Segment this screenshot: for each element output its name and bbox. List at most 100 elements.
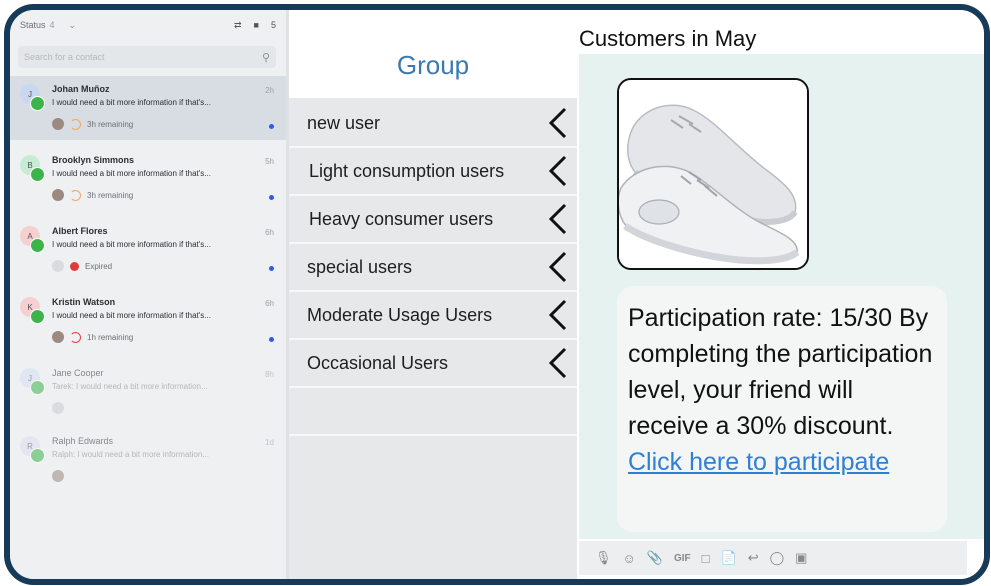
contact-item[interactable]: R Ralph Edwards 1d Ralph: I would need a… xyxy=(10,428,286,492)
search-placeholder: Search for a contact xyxy=(24,52,105,62)
document-icon[interactable]: 📄 xyxy=(721,550,737,566)
contact-name: Jane Cooper xyxy=(52,368,104,378)
group-item[interactable]: special users xyxy=(289,244,577,292)
whatsapp-icon xyxy=(30,238,45,253)
group-item-label: new user xyxy=(307,112,381,133)
contact-time: 6h xyxy=(265,228,274,237)
contact-meta xyxy=(52,470,64,482)
whatsapp-icon xyxy=(30,167,45,182)
unread-dot xyxy=(269,195,274,200)
contact-meta: 3h remaining xyxy=(52,189,133,201)
contact-time: 8h xyxy=(265,370,274,379)
group-item-label: Heavy consumer users xyxy=(309,208,494,229)
group-item-label: special users xyxy=(307,256,413,277)
chat-area: Participation rate: 15/30 By completing … xyxy=(579,54,984,539)
group-header: Group xyxy=(289,10,577,98)
save-icon[interactable]: ▣ xyxy=(795,550,807,566)
contact-item[interactable]: J Johan Muñoz 2h I would need a bit more… xyxy=(10,76,286,140)
group-item-empty xyxy=(289,388,577,436)
contact-item[interactable]: K Kristin Watson 6h I would need a bit m… xyxy=(10,289,286,353)
chevron-left-icon[interactable] xyxy=(545,346,571,380)
status-bar: Status 4 ⌄ ⇄ ■ 5 xyxy=(10,10,286,40)
tag-icon[interactable]: ◯ xyxy=(770,550,785,566)
remaining-time: 3h remaining xyxy=(87,190,134,200)
emoji-icon[interactable]: ☺ xyxy=(623,551,636,566)
group-item[interactable]: new user xyxy=(289,100,577,148)
contact-meta: 1h remaining xyxy=(52,331,133,343)
timer-icon xyxy=(70,331,81,343)
contact-name: Albert Flores xyxy=(52,226,108,236)
group-item[interactable]: Occasional Users xyxy=(289,340,577,388)
whatsapp-icon xyxy=(30,309,45,324)
contact-time: 2h xyxy=(265,86,274,95)
status-count: 4 xyxy=(49,20,55,30)
unread-dot xyxy=(269,124,274,129)
group-title: Group xyxy=(396,50,470,80)
contact-name: Johan Muñoz xyxy=(52,84,110,94)
contact-message: I would need a bit more information if t… xyxy=(52,311,211,320)
agent-avatar xyxy=(52,118,64,130)
notification-icon[interactable]: ■ xyxy=(254,20,259,30)
expired-icon xyxy=(70,261,79,271)
contact-item[interactable]: B Brooklyn Simmons 5h I would need a bit… xyxy=(10,147,286,211)
contact-meta: 3h remaining xyxy=(52,118,133,130)
contact-time: 5h xyxy=(265,157,274,166)
bot-avatar xyxy=(52,260,64,272)
group-item-label: Moderate Usage Users xyxy=(307,304,493,325)
contact-message: I would need a bit more information if t… xyxy=(52,240,211,249)
chevron-down-icon[interactable]: ⌄ xyxy=(69,20,77,31)
composer-toolbar: 🎙 ☺ 📎 GIF □ 📄 ↩ ◯ ▣ xyxy=(579,541,967,575)
whatsapp-icon xyxy=(30,448,45,463)
remaining-time: 1h remaining xyxy=(87,332,134,342)
expired-status: Expired xyxy=(85,261,113,271)
gif-button[interactable]: GIF xyxy=(674,553,691,564)
timer-icon xyxy=(70,189,81,201)
agent-avatar xyxy=(52,189,64,201)
contact-time: 6h xyxy=(265,299,274,308)
notification-count: 5 xyxy=(270,20,276,30)
group-panel: Group new user Light consumption users H… xyxy=(289,10,577,579)
contacts-panel: Status 4 ⌄ ⇄ ■ 5 Search for a contact ⚲ … xyxy=(10,10,289,579)
agent-avatar xyxy=(52,470,64,482)
contact-name: Kristin Watson xyxy=(52,297,116,307)
agent-avatar xyxy=(52,331,64,343)
contact-message: I would need a bit more information if t… xyxy=(52,169,211,178)
contact-meta: Expired xyxy=(52,260,112,272)
participate-link[interactable]: Click here to participate xyxy=(628,448,889,476)
group-item[interactable]: Light consumption users xyxy=(289,148,577,196)
contact-message: I would need a bit more information if t… xyxy=(52,98,211,107)
group-item[interactable]: Heavy consumer users xyxy=(289,196,577,244)
microphone-icon[interactable]: 🎙 xyxy=(595,550,612,566)
contact-item[interactable]: J Jane Cooper 8h Tarek: I would need a b… xyxy=(10,360,286,424)
contact-item[interactable]: A Albert Flores 6h I would need a bit mo… xyxy=(10,218,286,282)
quick-reply-icon[interactable]: □ xyxy=(702,551,710,566)
reply-icon[interactable]: ↩ xyxy=(748,550,759,566)
filter-icon[interactable]: ⇄ xyxy=(234,20,242,31)
contact-name: Ralph Edwards xyxy=(52,436,114,446)
chevron-left-icon[interactable] xyxy=(545,154,571,188)
chevron-left-icon[interactable] xyxy=(545,298,571,332)
status-filter-label[interactable]: Status xyxy=(20,20,46,30)
contact-name: Brooklyn Simmons xyxy=(52,155,135,165)
bot-avatar xyxy=(52,402,64,414)
message-text: Participation rate: 15/30 By completing … xyxy=(628,304,933,440)
group-item-label: Occasional Users xyxy=(307,352,449,373)
sneaker-illustration xyxy=(619,80,807,268)
contact-message: Tarek: I would need a bit more informati… xyxy=(52,382,208,391)
contact-meta xyxy=(52,402,64,414)
contact-message: Ralph: I would need a bit more informati… xyxy=(52,450,209,459)
chevron-left-icon[interactable] xyxy=(545,250,571,284)
group-item[interactable]: Moderate Usage Users xyxy=(289,292,577,340)
attachment-icon[interactable]: 📎 xyxy=(647,550,663,566)
chevron-left-icon[interactable] xyxy=(545,106,571,140)
sneaker-image xyxy=(617,78,809,270)
unread-dot xyxy=(269,266,274,271)
search-input[interactable]: Search for a contact ⚲ xyxy=(18,46,276,68)
app-frame: Status 4 ⌄ ⇄ ■ 5 Search for a contact ⚲ … xyxy=(4,4,990,585)
message-bubble: Participation rate: 15/30 By completing … xyxy=(617,286,947,532)
chat-panel: Customers in May Participation rate: 15/… xyxy=(577,10,984,579)
chevron-left-icon[interactable] xyxy=(545,202,571,236)
chat-title: Customers in May xyxy=(579,26,757,51)
search-icon[interactable]: ⚲ xyxy=(262,51,270,64)
contact-time: 1d xyxy=(265,438,274,447)
